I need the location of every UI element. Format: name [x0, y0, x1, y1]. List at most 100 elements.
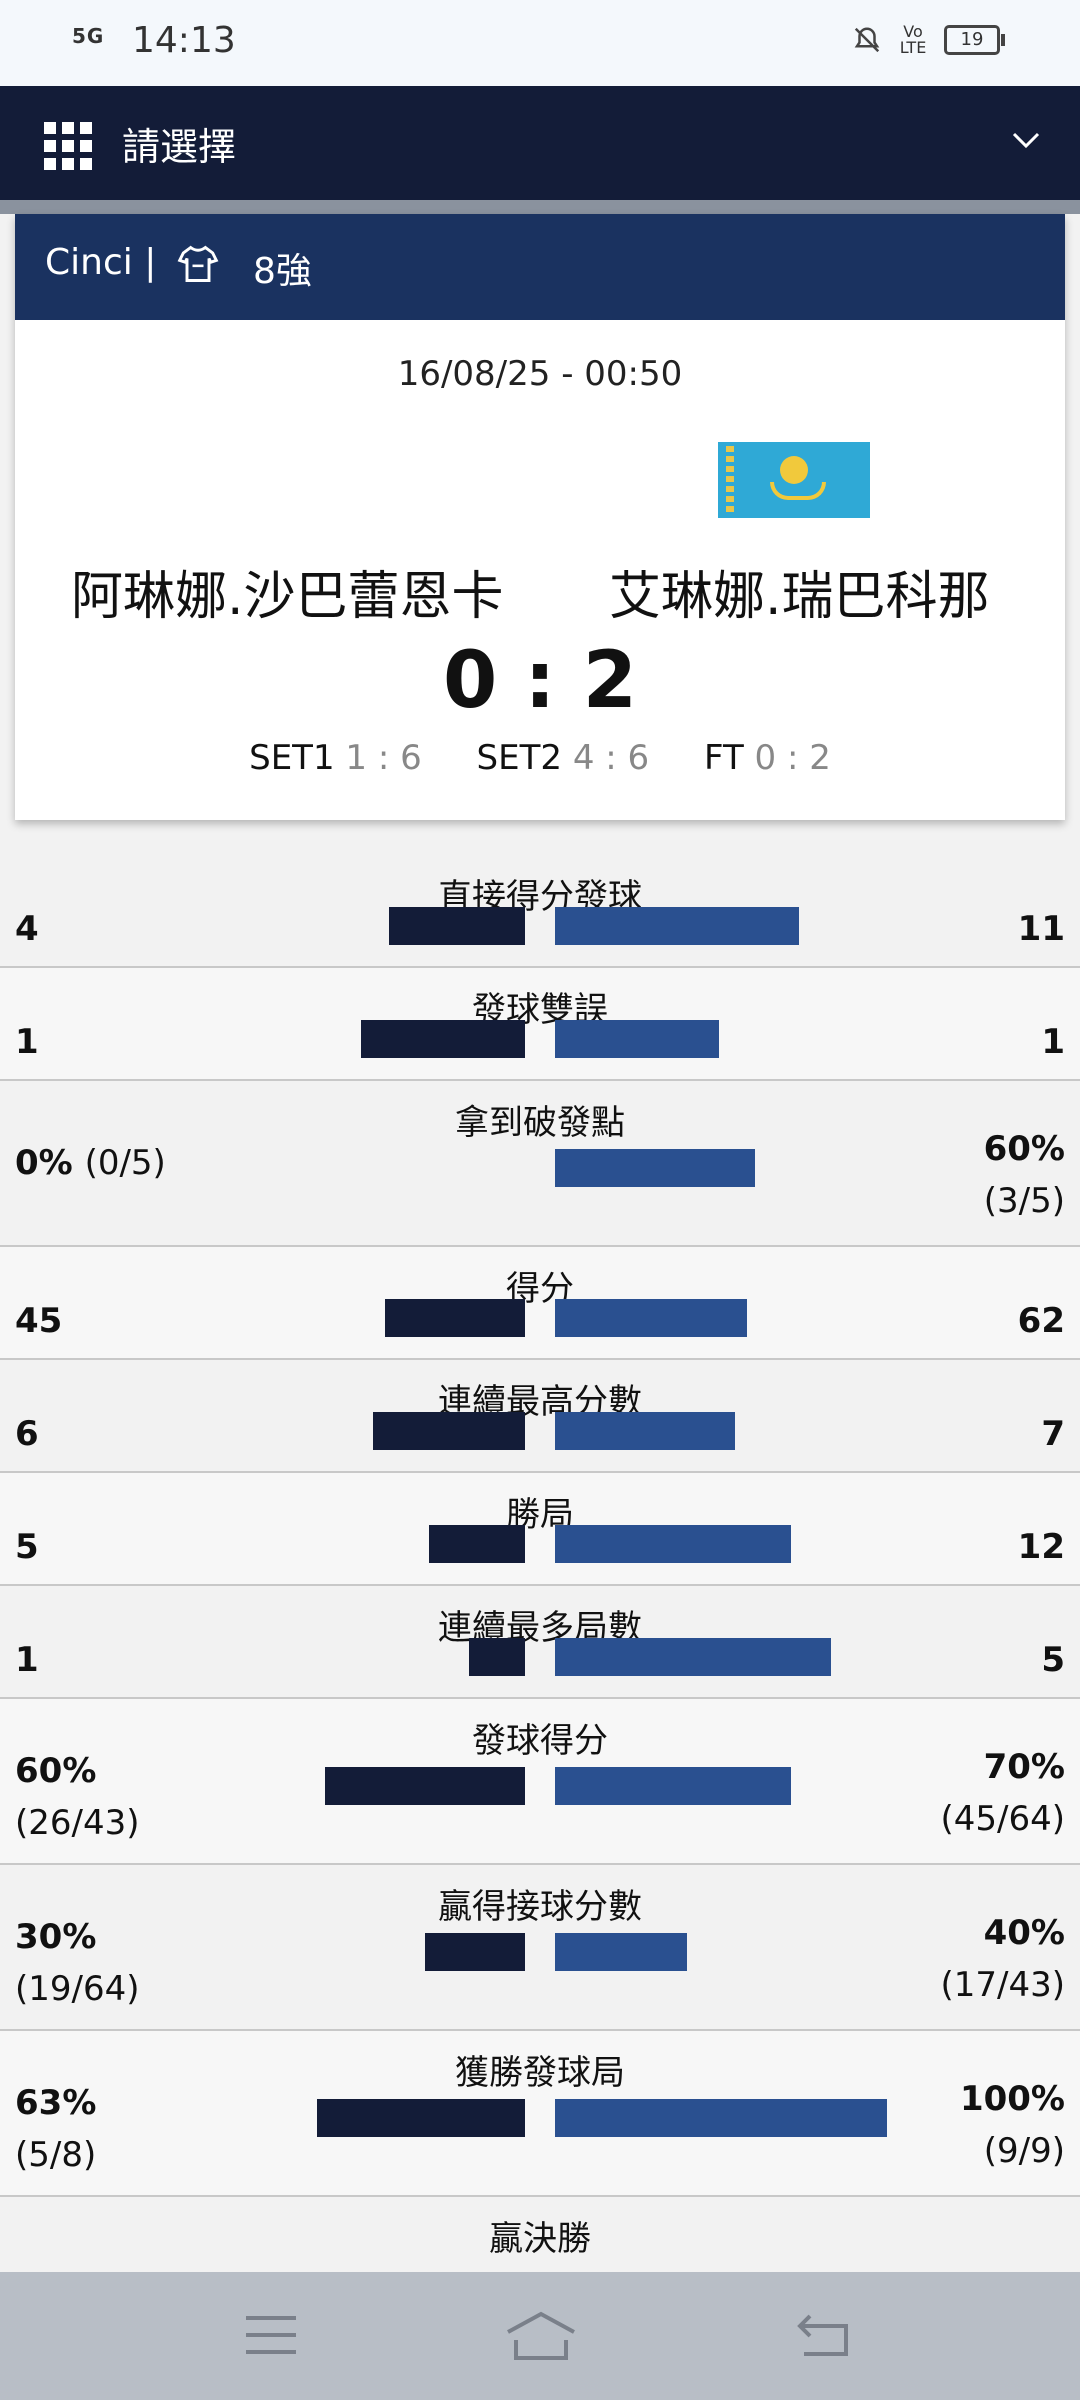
stat-value-left: 63% — [15, 2083, 97, 2123]
stat-bar-left — [385, 1299, 525, 1337]
stat-bar-right — [555, 1020, 719, 1058]
stat-bar-left — [317, 2099, 525, 2137]
stat-bar-left — [361, 1020, 525, 1058]
stat-bar-left — [429, 1525, 525, 1563]
stat-bar-right — [555, 1933, 687, 1971]
stat-value-right: 62 — [1017, 1301, 1065, 1341]
stat-label: 贏得接球分數 — [438, 1887, 642, 1927]
stat-bar-right — [555, 1767, 791, 1805]
signal-indicator: 5G — [72, 24, 105, 48]
stat-label: 拿到破發點 — [455, 1103, 625, 1143]
stats-list: 直接得分發球 4 11 發球雙誤 1 1 拿到破發點 0% (0/5) 60% (3/5) 得分 45… — [0, 855, 1080, 2279]
stat-value-left: 30% — [15, 1917, 97, 1957]
stat-value-left: 4 — [15, 909, 39, 949]
apps-grid-icon[interactable] — [44, 122, 92, 170]
stat-value-left: 5 — [15, 1527, 39, 1567]
match-card: Cinci | 8強 16/08/25 - 00:50 阿琳娜.沙巴蕾恩卡 艾琳… — [15, 214, 1065, 820]
stat-sub-right: (9/9) — [983, 2131, 1065, 2171]
stat-bar-left — [389, 907, 525, 945]
stat-value-right: 40% — [983, 1913, 1065, 1953]
stat-sub-right: (17/43) — [940, 1965, 1065, 2005]
player-2-name[interactable]: 艾琳娜.瑞巴科那 — [609, 554, 990, 629]
clock: 14:13 — [132, 20, 236, 61]
stat-label: 勝局 — [506, 1495, 574, 1535]
stat-value-left: 60% — [15, 1751, 97, 1791]
stat-sub-left: (26/43) — [15, 1803, 140, 1843]
back-icon[interactable] — [796, 2310, 852, 2360]
stat-bar-right — [555, 1149, 755, 1187]
stat-label: 連續最多局數 — [438, 1608, 642, 1648]
stat-row: 勝局 5 12 — [0, 1473, 1080, 1586]
app-header: 請選擇 — [0, 86, 1080, 200]
stat-bar-left — [425, 1933, 525, 1971]
stat-value-right: 1 — [1041, 1022, 1065, 1062]
stat-row: 獲勝發球局 63% (5/8) 100% (9/9) — [0, 2031, 1080, 2197]
stat-value-right: 7 — [1041, 1414, 1065, 1454]
status-icons: Vo LTE 19 — [852, 22, 1005, 57]
home-icon[interactable] — [504, 2310, 578, 2362]
stat-bar-right — [555, 1299, 747, 1337]
selector-title[interactable]: 請選擇 — [122, 116, 236, 171]
stat-row: 連續最多局數 1 5 — [0, 1586, 1080, 1699]
stat-value-left: 6 — [15, 1414, 39, 1454]
stat-bar-right — [555, 1525, 791, 1563]
stat-row: 贏得接球分數 30% (19/64) 40% (17/43) — [0, 1865, 1080, 2031]
battery-icon: 19 — [944, 25, 1005, 55]
stat-sub-left: (19/64) — [15, 1969, 140, 2009]
stat-label: 連續最高分數 — [438, 1382, 642, 1422]
stat-value-left: 1 — [15, 1022, 39, 1062]
jersey-icon — [177, 245, 219, 282]
stat-bar-right — [555, 1412, 735, 1450]
menu-icon[interactable] — [244, 2310, 298, 2360]
stat-value-left: 1 — [15, 1640, 39, 1680]
stat-bar-left — [373, 1412, 525, 1450]
stat-row: 發球得分 60% (26/43) 70% (45/64) — [0, 1699, 1080, 1865]
system-nav-bar — [0, 2272, 1080, 2400]
bell-off-icon — [854, 27, 880, 53]
stat-label: 發球雙誤 — [472, 990, 608, 1030]
stat-label: 獲勝發球局 — [455, 2053, 625, 2093]
set-score: 4 : 6 — [572, 738, 650, 778]
match-card-header: Cinci | 8強 — [15, 214, 1065, 320]
match-datetime: 16/08/25 - 00:50 — [397, 354, 683, 394]
set-score: 0 : 2 — [754, 738, 831, 778]
set-label: SET2 — [476, 738, 563, 778]
volte-icon: Vo LTE — [899, 22, 927, 57]
stat-value-right: 100% — [959, 2079, 1065, 2119]
stat-bar-left — [469, 1638, 525, 1676]
stat-value-right: 12 — [1017, 1527, 1065, 1567]
match-score: 0 : 2 — [442, 636, 638, 726]
stat-sub-left: (5/8) — [15, 2135, 97, 2175]
set-score: 1 : 6 — [345, 738, 422, 778]
match-round: 8強 — [253, 251, 312, 292]
stat-value-right: 11 — [1017, 909, 1065, 949]
set-label: FT — [703, 738, 744, 778]
kazakhstan-flag-icon — [718, 442, 870, 518]
stat-sub-right: (45/64) — [940, 1799, 1065, 1839]
stat-value-left: 45 — [15, 1301, 63, 1341]
player-1-name[interactable]: 阿琳娜.沙巴蕾恩卡 — [71, 554, 504, 629]
stat-sub-right: (3/5) — [983, 1181, 1065, 1221]
stat-row: 得分 45 62 — [0, 1247, 1080, 1360]
stat-label: 直接得分發球 — [438, 877, 642, 917]
stat-row: 直接得分發球 4 11 — [0, 855, 1080, 968]
stat-row: 拿到破發點 0% (0/5) 60% (3/5) — [0, 1081, 1080, 1247]
stat-value-right: 5 — [1041, 1640, 1065, 1680]
stat-bar-right — [555, 2099, 887, 2137]
stat-value-right: 70% — [983, 1747, 1065, 1787]
stat-value-left: 0% (0/5) — [15, 1143, 166, 1183]
header-divider — [0, 200, 1080, 214]
stat-bar-right — [555, 907, 799, 945]
stat-row: 連續最高分數 6 7 — [0, 1360, 1080, 1473]
chevron-down-icon[interactable] — [1008, 122, 1044, 158]
status-bar: 5G 14:13 Vo LTE 19 — [0, 0, 1080, 86]
set-scores: SET1 1 : 6 SET2 4 : 6 FT 0 : 2 — [15, 738, 1065, 778]
stat-label: 發球得分 — [472, 1721, 608, 1761]
set-label: SET1 — [249, 738, 335, 778]
stat-row: 贏決勝 — [0, 2197, 1080, 2279]
stat-row: 發球雙誤 1 1 — [0, 968, 1080, 1081]
league-name: Cinci | — [45, 242, 157, 283]
stat-bar-left — [325, 1767, 525, 1805]
stat-label: 贏決勝 — [489, 2219, 591, 2259]
stat-value-right: 60% — [983, 1129, 1065, 1169]
